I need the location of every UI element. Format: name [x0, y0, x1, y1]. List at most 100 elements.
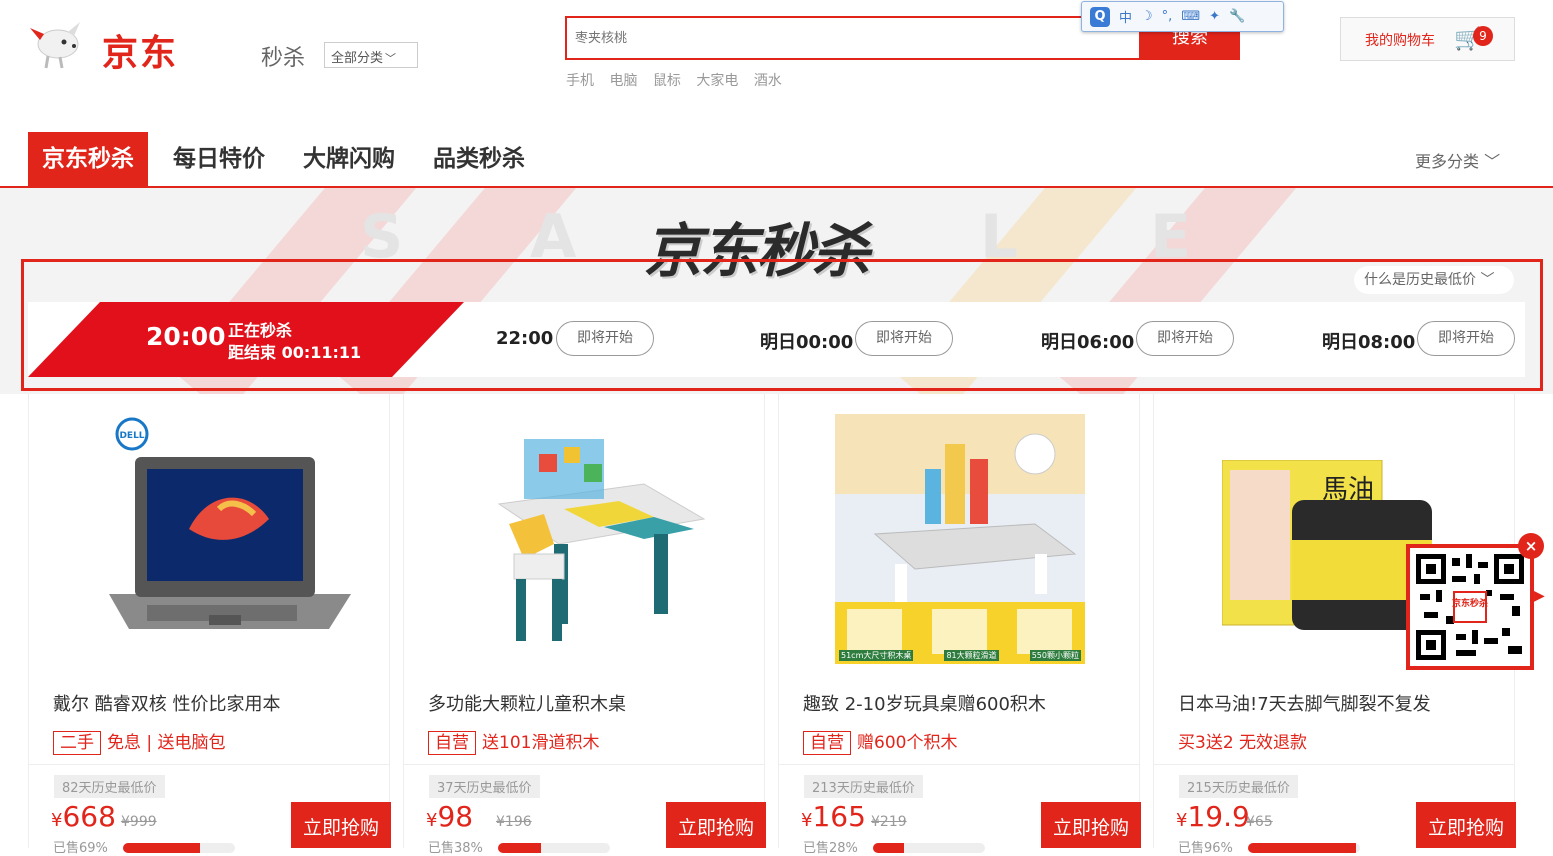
qr-center-label: 京东秒杀 — [1452, 597, 1488, 609]
more-categories-label: 更多分类 — [1415, 152, 1480, 171]
card-divider — [779, 764, 1139, 765]
currency-symbol: ¥ — [51, 810, 63, 831]
history-low-badge: 37天历史最低价 — [429, 775, 540, 798]
dell-logo-text: DELL — [119, 431, 144, 441]
sold-percentage: 已售28% — [803, 841, 858, 856]
price-value: 165 — [812, 800, 866, 833]
chevron-down-icon: ﹀ — [1484, 152, 1501, 171]
sold-percentage: 已售96% — [1178, 841, 1233, 856]
product-card[interactable]: 多功能大颗粒儿童积木桌 自营 送101滑道积木 37天历史最低价 ¥98 ¥196… — [403, 394, 766, 856]
ime-skin-icon[interactable]: ✦ — [1209, 9, 1220, 24]
history-low-badge: 82天历史最低价 — [54, 775, 165, 798]
jd-dog-mascot-icon — [30, 22, 80, 69]
promo-text: 免息 | 送电脑包 — [107, 733, 226, 753]
product-title[interactable]: 趣致 2-10岁玩具桌赠600积木 — [803, 690, 1046, 716]
product-card[interactable]: 趣致 51cm大尺寸积木桌 81大颗粒滑道 550颗小颗粒 趣致 2-10岁玩具… — [778, 394, 1141, 856]
card-divider — [1154, 764, 1514, 765]
hot-words: 手机 电脑 鼠标 大家电 酒水 — [566, 70, 793, 90]
self-operated-tag: 自营 — [803, 731, 851, 755]
category-select-value: 全部分类 — [331, 51, 384, 66]
hot-word-link[interactable]: 电脑 — [609, 73, 637, 89]
buy-now-button[interactable]: 立即抢购 — [666, 802, 766, 848]
qr-code-icon: 京东秒杀 — [1416, 554, 1524, 660]
product-title[interactable]: 多功能大颗粒儿童积木桌 — [428, 690, 626, 716]
cart-label: 我的购物车 — [1365, 33, 1435, 49]
sold-percentage: 已售38% — [428, 841, 483, 856]
sold-progress-bar — [873, 843, 985, 853]
self-operated-tag: 自营 — [428, 731, 476, 755]
product-box-text: 馬油 — [1322, 475, 1374, 505]
sold-progress-bar — [1248, 843, 1360, 853]
promo-text: 送101滑道积木 — [482, 733, 600, 753]
ime-keyboard-icon[interactable]: ⌨ — [1181, 9, 1200, 24]
original-price: ¥196 — [496, 814, 532, 830]
price: ¥668 — [51, 800, 116, 833]
tab-category-miaosha[interactable]: 品类秒杀 — [433, 132, 525, 187]
ime-toolbar[interactable]: Q 中 ☽ °, ⌨ ✦ 🔧 — [1081, 1, 1284, 32]
close-icon[interactable]: × — [1518, 533, 1544, 559]
card-divider — [29, 764, 389, 765]
promo-text: 买3送2 无效退款 — [1178, 733, 1308, 753]
sold-progress-bar — [498, 843, 610, 853]
tab-brand-flash[interactable]: 大牌闪购 — [303, 132, 395, 187]
brand-name: 京东 — [102, 33, 179, 74]
search-field[interactable] — [565, 16, 1141, 60]
used-tag: 二手 — [53, 731, 101, 755]
ime-logo-icon[interactable]: Q — [1090, 6, 1110, 27]
sold-progress-fill — [873, 843, 905, 853]
product-tags: 自营 赠600个积木 — [803, 728, 957, 755]
product-title[interactable]: 日本马油!7天去脚气脚裂不复发 — [1178, 690, 1431, 716]
ime-settings-icon[interactable]: 🔧 — [1229, 9, 1245, 24]
toy-table-product-image[interactable]: 趣致 51cm大尺寸积木桌 81大颗粒滑道 550颗小颗粒 — [835, 414, 1085, 664]
hot-word-link[interactable]: 酒水 — [754, 73, 782, 89]
sold-percentage: 已售69% — [53, 841, 108, 856]
highlight-frame — [21, 259, 1543, 391]
ime-moon-icon[interactable]: ☽ — [1141, 9, 1153, 24]
buy-now-button[interactable]: 立即抢购 — [1416, 802, 1516, 848]
sold-progress-fill — [1248, 843, 1356, 853]
cart-count-badge: 9 — [1473, 26, 1493, 46]
promo-text: 赠600个积木 — [857, 733, 958, 753]
original-price: ¥219 — [871, 814, 907, 830]
buy-now-button[interactable]: 立即抢购 — [1041, 802, 1141, 848]
original-price: ¥65 — [1246, 814, 1273, 830]
section-label: 秒杀 — [261, 46, 306, 71]
product-tags: 买3送2 无效退款 — [1178, 728, 1307, 753]
laptop-product-image[interactable]: DELL — [69, 409, 351, 664]
currency-symbol: ¥ — [801, 810, 813, 831]
chevron-right-icon[interactable]: ▶ — [1534, 588, 1545, 604]
product-tags: 二手 免息 | 送电脑包 — [53, 728, 226, 755]
cart-button[interactable]: 我的购物车 🛒 9 — [1340, 17, 1515, 61]
tab-jd-miaosha[interactable]: 京东秒杀 — [28, 132, 148, 187]
qr-code-popup[interactable]: 京东秒杀 — [1406, 544, 1534, 670]
category-select[interactable]: 全部分类 ﹀ — [324, 42, 418, 68]
product-title[interactable]: 戴尔 酷睿双核 性价比家用本 — [53, 690, 280, 716]
price: ¥165 — [801, 800, 866, 833]
product-card[interactable]: DELL 戴尔 酷睿双核 性价比家用本 二手 免息 | 送电脑包 82天历史最低价… — [28, 394, 391, 856]
image-caption: 550颗小颗粒 — [1029, 650, 1081, 661]
search-input[interactable] — [567, 18, 1139, 58]
sold-progress-bar — [123, 843, 235, 853]
kids-table-product-image[interactable] — [444, 409, 726, 664]
sold-progress-fill — [123, 843, 201, 853]
hot-word-link[interactable]: 大家电 — [696, 73, 738, 89]
ime-mode-toggle[interactable]: 中 — [1119, 7, 1132, 26]
jd-logo[interactable]: 京东 — [28, 14, 198, 74]
hot-word-link[interactable]: 手机 — [566, 73, 594, 89]
tab-daily-deals[interactable]: 每日特价 — [173, 132, 265, 187]
original-price: ¥999 — [121, 814, 157, 830]
price: ¥98 — [426, 800, 473, 833]
hot-word-link[interactable]: 鼠标 — [653, 73, 681, 89]
currency-symbol: ¥ — [1176, 810, 1188, 831]
price-value: 19.9 — [1187, 800, 1250, 833]
image-caption: 51cm大尺寸积木桌 — [839, 650, 914, 661]
buy-now-button[interactable]: 立即抢购 — [291, 802, 391, 848]
image-captions: 51cm大尺寸积木桌 81大颗粒滑道 550颗小颗粒 — [839, 650, 1081, 661]
more-categories-dropdown[interactable]: 更多分类 ﹀ — [1415, 148, 1500, 172]
history-low-badge: 213天历史最低价 — [804, 775, 923, 798]
image-caption: 81大颗粒滑道 — [944, 650, 999, 661]
toy-table-illustration — [835, 414, 1085, 664]
product-tags: 自营 送101滑道积木 — [428, 728, 599, 755]
history-low-badge: 215天历史最低价 — [1179, 775, 1298, 798]
ime-punctuation-icon[interactable]: °, — [1162, 9, 1173, 24]
